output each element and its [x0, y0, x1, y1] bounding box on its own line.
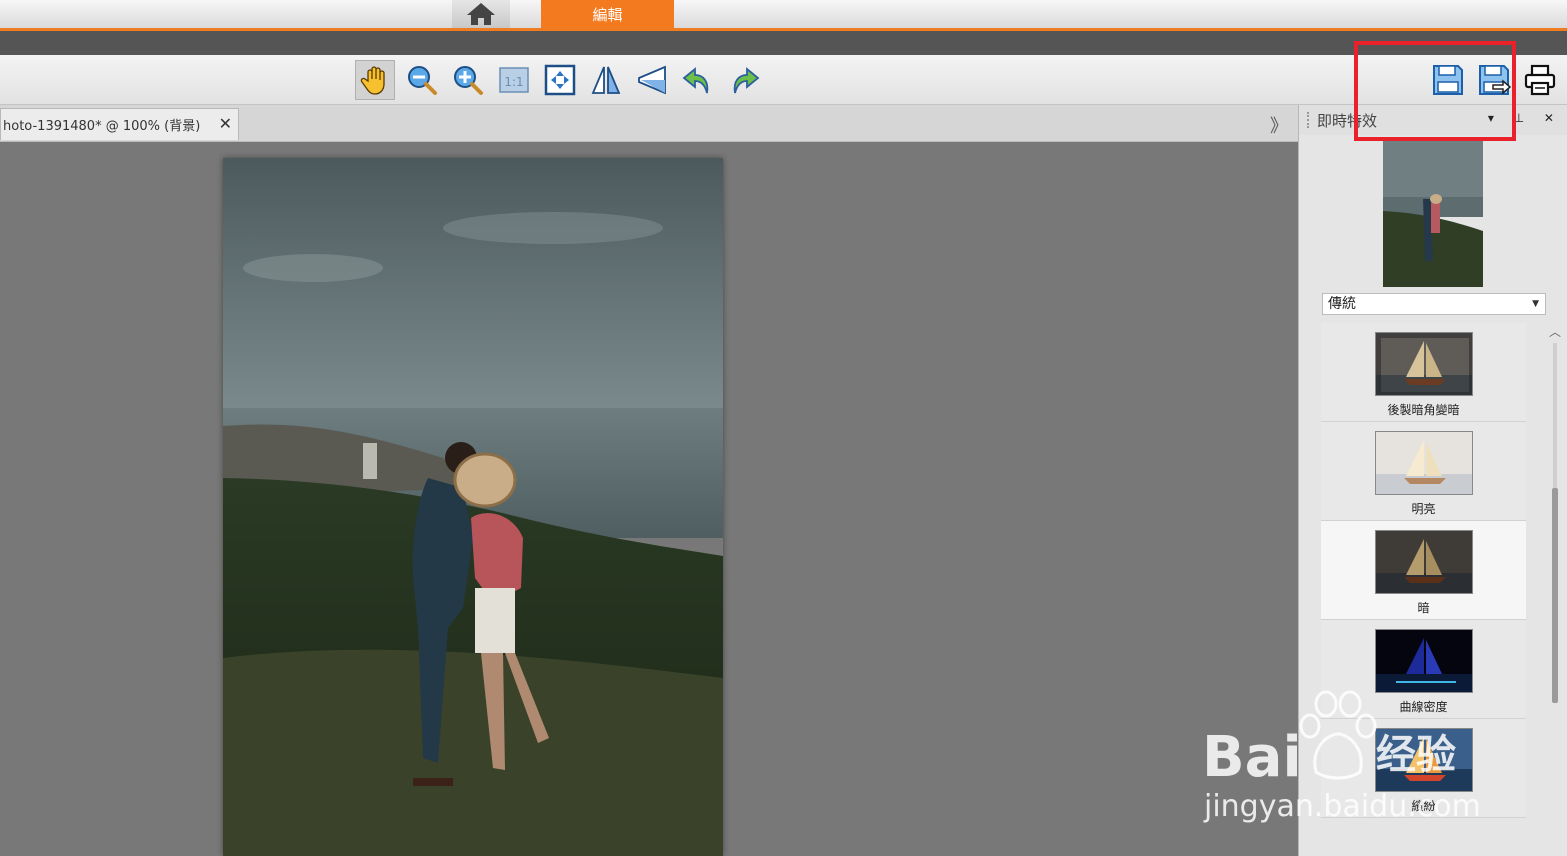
rotate-right-icon [733, 67, 760, 94]
panel-grip[interactable] [1307, 112, 1311, 128]
chevron-down-icon: ▼ [1532, 299, 1539, 309]
effect-label: 明亮 [1411, 502, 1436, 516]
baidu-paw-logo: Bai 经验 jingyan.baidu.com [1202, 690, 1481, 824]
flip-vertical-icon [638, 65, 666, 95]
edited-photo[interactable] [223, 158, 723, 856]
actual-size-icon: 1:1 [499, 67, 529, 93]
watermark-url: jingyan.baidu.com [1203, 789, 1481, 824]
home-tab[interactable] [452, 0, 510, 28]
effect-thumbnail [1375, 431, 1473, 495]
effect-label: 後製暗角變暗 [1387, 403, 1460, 417]
scroll-thumb[interactable] [1552, 488, 1558, 703]
menu-band [0, 31, 1567, 55]
print-button[interactable] [1520, 60, 1560, 100]
zoom-in-icon [454, 66, 483, 95]
image-canvas[interactable] [0, 142, 1298, 856]
preset-category-select[interactable]: 傳統 ▼ [1322, 293, 1546, 315]
zoom-out-icon [408, 66, 437, 95]
edit-tab[interactable]: 編輯 [541, 0, 674, 28]
save-highlight-box [1354, 41, 1516, 141]
chevron-up-icon[interactable]: ︿ [1547, 323, 1563, 339]
effect-thumbnail [1375, 629, 1473, 693]
document-tab-title: hoto-1391480* @ 100% (背景) [3, 119, 201, 134]
effect-item[interactable]: 明亮 [1321, 422, 1526, 521]
document-tab[interactable]: hoto-1391480* @ 100% (背景) ✕ [0, 108, 239, 140]
effect-item[interactable]: 後製暗角變暗 [1321, 323, 1526, 422]
effect-label: 暗 [1417, 601, 1430, 615]
chevron-right-icon[interactable]: 》 [1270, 112, 1288, 138]
couple-photo-image [223, 158, 723, 856]
top-tab-bar: 編輯 [0, 0, 1567, 30]
effect-item-selected[interactable]: 暗 [1321, 521, 1526, 620]
home-icon [467, 3, 495, 25]
rotate-left-icon [682, 67, 709, 94]
rotate-right-button[interactable] [724, 60, 764, 100]
fit-window-button[interactable] [540, 60, 580, 100]
watermark-suffix: 经验 [1376, 732, 1456, 778]
flip-vertical-button[interactable] [632, 60, 672, 100]
hand-tool-button[interactable] [355, 60, 395, 100]
flip-horizontal-icon [591, 66, 621, 94]
actual-size-button[interactable]: 1:1 [494, 60, 534, 100]
flip-horizontal-button[interactable] [586, 60, 626, 100]
actual-size-label: 1:1 [504, 75, 523, 89]
toolbar: 1:1 [0, 55, 1567, 105]
close-icon[interactable]: ✕ [219, 115, 232, 133]
effect-thumbnail [1375, 332, 1473, 396]
effects-scrollbar[interactable]: ︿ [1547, 323, 1563, 856]
effect-thumbnail [1375, 530, 1473, 594]
zoom-in-button[interactable] [448, 60, 488, 100]
preview-thumbnail [1383, 141, 1483, 287]
watermark-brand: Bai [1202, 725, 1302, 790]
print-icon [1524, 64, 1556, 96]
zoom-out-button[interactable] [402, 60, 442, 100]
rotate-left-button[interactable] [678, 60, 718, 100]
hand-icon [360, 66, 385, 95]
baidu-watermark: Bai 经验 jingyan.baidu.com [1198, 690, 1498, 830]
document-tab-strip: hoto-1391480* @ 100% (背景) ✕ 》 [0, 105, 1298, 142]
fit-window-icon [544, 64, 576, 96]
preset-category-value: 傳統 [1328, 296, 1356, 312]
